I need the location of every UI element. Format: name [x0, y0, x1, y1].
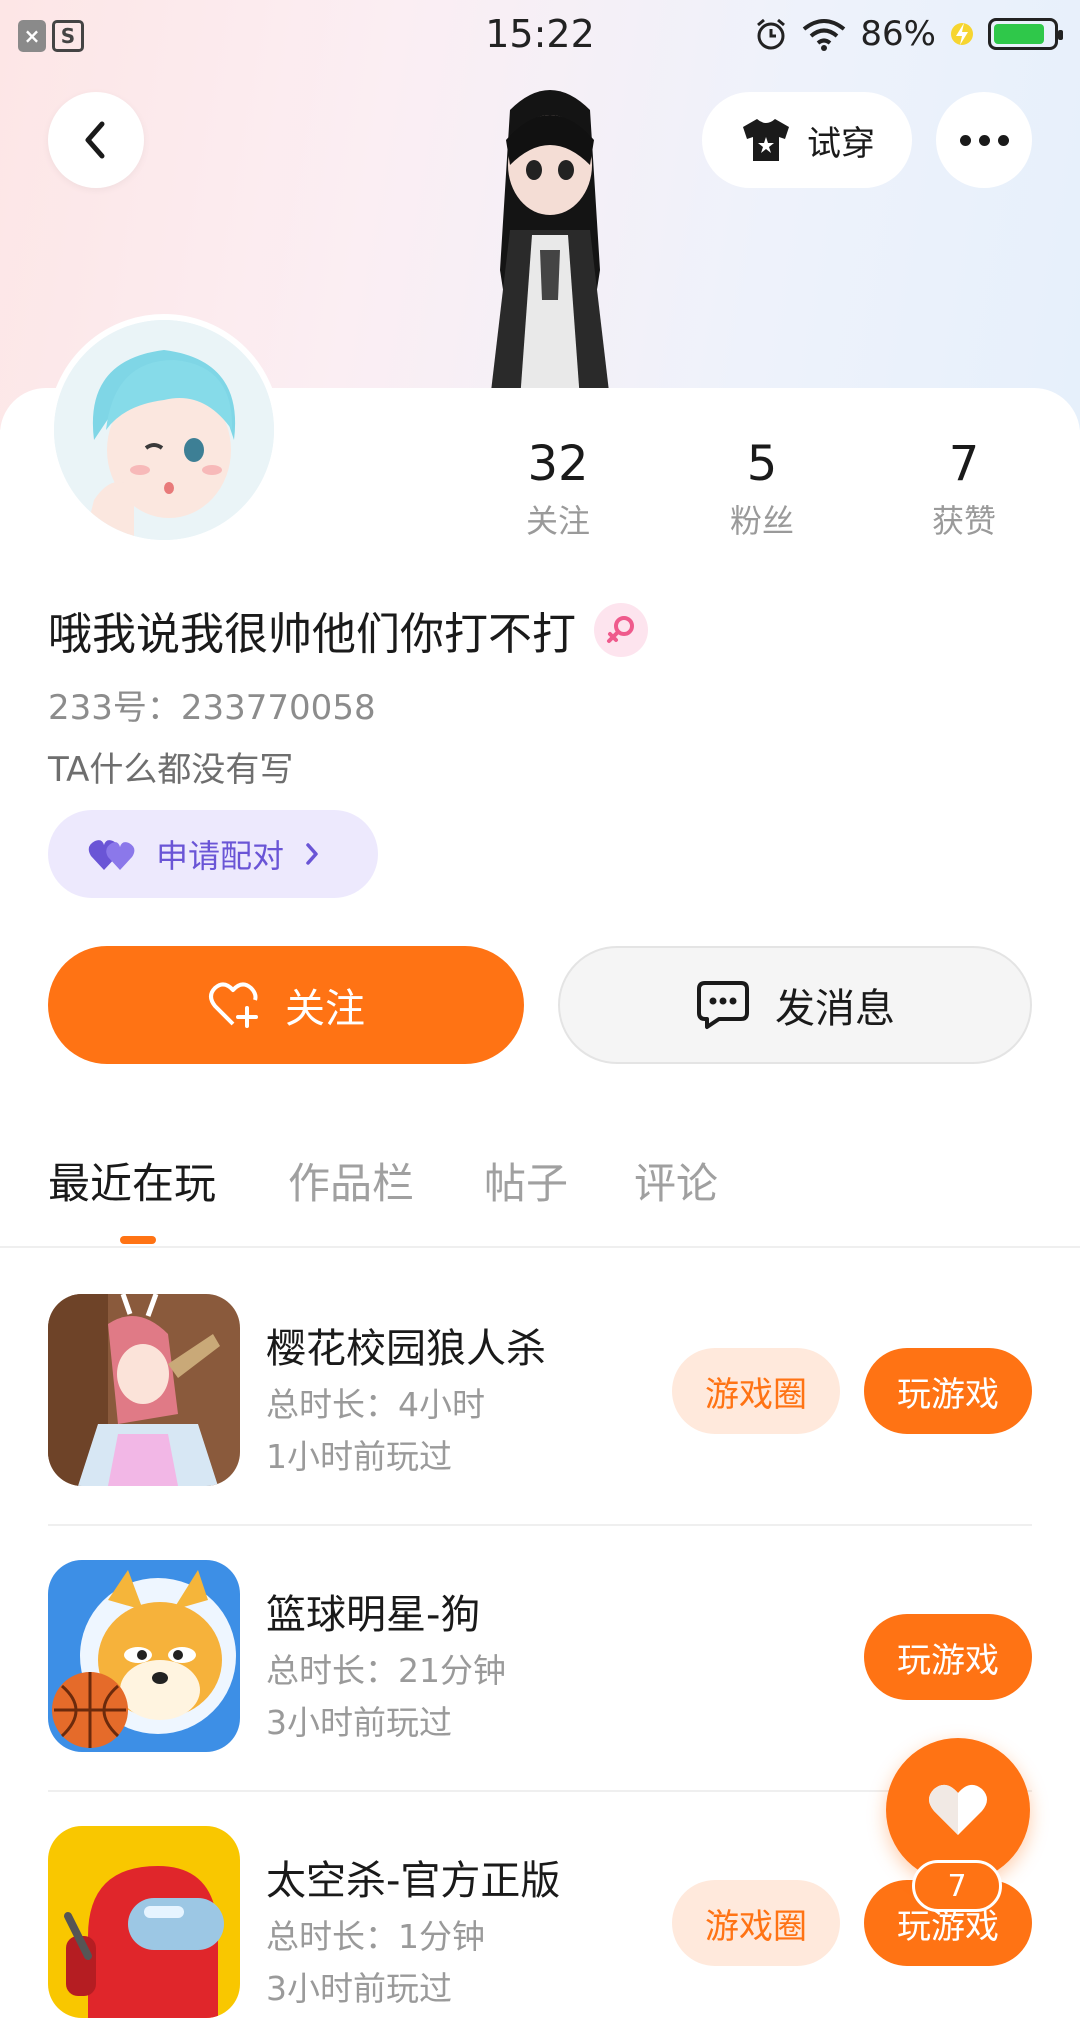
game-name: 樱花校园狼人杀: [266, 1326, 546, 1372]
tshirt-icon: [743, 119, 789, 161]
more-button[interactable]: [936, 92, 1032, 188]
play-game-button[interactable]: 玩游戏: [864, 1614, 1032, 1700]
user-bio: TA什么都没有写: [48, 750, 294, 790]
nickname-row: 哦我说我很帅他们你打不打: [48, 598, 648, 662]
game-circle-button[interactable]: 游戏圈: [672, 1880, 840, 1966]
send-message-button[interactable]: 发消息: [558, 946, 1032, 1064]
status-right-icons: 86%: [754, 14, 1063, 54]
user-id: 233号：233770058: [48, 688, 376, 728]
battery-percentage: 86%: [860, 14, 936, 54]
stat-following-label: 关注: [525, 502, 590, 540]
try-on-button[interactable]: 试穿: [702, 92, 912, 188]
chevron-right-icon: [306, 843, 318, 865]
stat-likes[interactable]: 7 获赞: [874, 438, 1054, 542]
game-name: 太空杀-官方正版: [266, 1858, 561, 1904]
tabs-divider: [0, 1246, 1080, 1248]
gender-badge: [594, 603, 648, 657]
heart-icon: [929, 1784, 987, 1835]
profile-tabs: 最近在玩 作品栏 帖子 评论: [0, 1150, 1080, 1246]
game-cover-image: [48, 1560, 240, 1752]
game-duration: 总时长：1分钟: [266, 1917, 485, 1956]
game-icon-basketball-dog[interactable]: [48, 1560, 240, 1752]
stat-followers-label: 粉丝: [729, 502, 794, 540]
game-cover-image: [48, 1294, 240, 1486]
double-heart-icon: [88, 840, 135, 870]
avatar-figure-image: [491, 90, 609, 390]
game-duration: 总时长：21分钟: [266, 1651, 506, 1690]
female-icon: [607, 616, 634, 643]
send-message-label: 发消息: [775, 986, 895, 1032]
more-dots-icon: [959, 134, 971, 146]
game-last-played: 1小时前玩过: [266, 1437, 452, 1476]
status-bar: × S 15:22 86%: [0, 0, 1080, 72]
tab-posts[interactable]: 帖子: [484, 1150, 568, 1211]
request-pairing-label: 申请配对: [156, 837, 285, 875]
tab-comments[interactable]: 评论: [634, 1150, 718, 1211]
wifi-icon: [803, 19, 846, 51]
user-nickname: 哦我说我很帅他们你打不打: [48, 609, 576, 660]
stat-following[interactable]: 32 关注: [468, 438, 648, 542]
row-divider: [48, 1790, 1032, 1792]
game-last-played: 3小时前玩过: [266, 1969, 452, 2008]
battery-icon: [988, 18, 1063, 50]
try-on-label: 试穿: [807, 123, 875, 164]
row-divider: [48, 1524, 1032, 1526]
stat-followers-count: 5: [746, 436, 778, 492]
list-item[interactable]: 樱花校园狼人杀 总时长：4小时 1小时前玩过 游戏圈 玩游戏: [0, 1290, 1080, 1556]
tab-active-indicator: [120, 1236, 156, 1244]
game-circle-button[interactable]: 游戏圈: [672, 1348, 840, 1434]
stat-likes-count: 7: [948, 436, 980, 492]
stat-followers[interactable]: 5 粉丝: [672, 438, 852, 542]
game-last-played: 3小时前玩过: [266, 1703, 452, 1742]
follow-label: 关注: [285, 986, 365, 1032]
heart-plus-icon: [209, 982, 258, 1028]
game-icon-space-kill[interactable]: [48, 1826, 240, 2018]
game-icon-sakura-school[interactable]: [48, 1294, 240, 1486]
game-cover-image: [48, 1826, 240, 2018]
play-game-button[interactable]: 玩游戏: [864, 1348, 1032, 1434]
battery-fill: [994, 24, 1044, 44]
request-pairing-button[interactable]: 申请配对: [48, 810, 378, 898]
stat-following-count: 32: [527, 436, 589, 492]
stat-likes-label: 获赞: [931, 502, 996, 540]
game-duration: 总时长：4小时: [266, 1385, 485, 1424]
chevron-left-icon: [85, 121, 105, 159]
tab-works[interactable]: 作品栏: [288, 1150, 414, 1211]
tab-recently-played[interactable]: 最近在玩: [48, 1150, 216, 1211]
alarm-icon: [757, 18, 786, 50]
profile-stats: 32 关注 5 粉丝 7 获赞: [0, 438, 1080, 548]
game-name: 篮球明星-狗: [266, 1592, 481, 1638]
like-count-badge: 7: [912, 1860, 1002, 1912]
chat-bubble-icon: [697, 981, 749, 1029]
charging-icon: [951, 23, 973, 45]
back-button[interactable]: [48, 92, 144, 188]
follow-button[interactable]: 关注: [48, 946, 524, 1064]
